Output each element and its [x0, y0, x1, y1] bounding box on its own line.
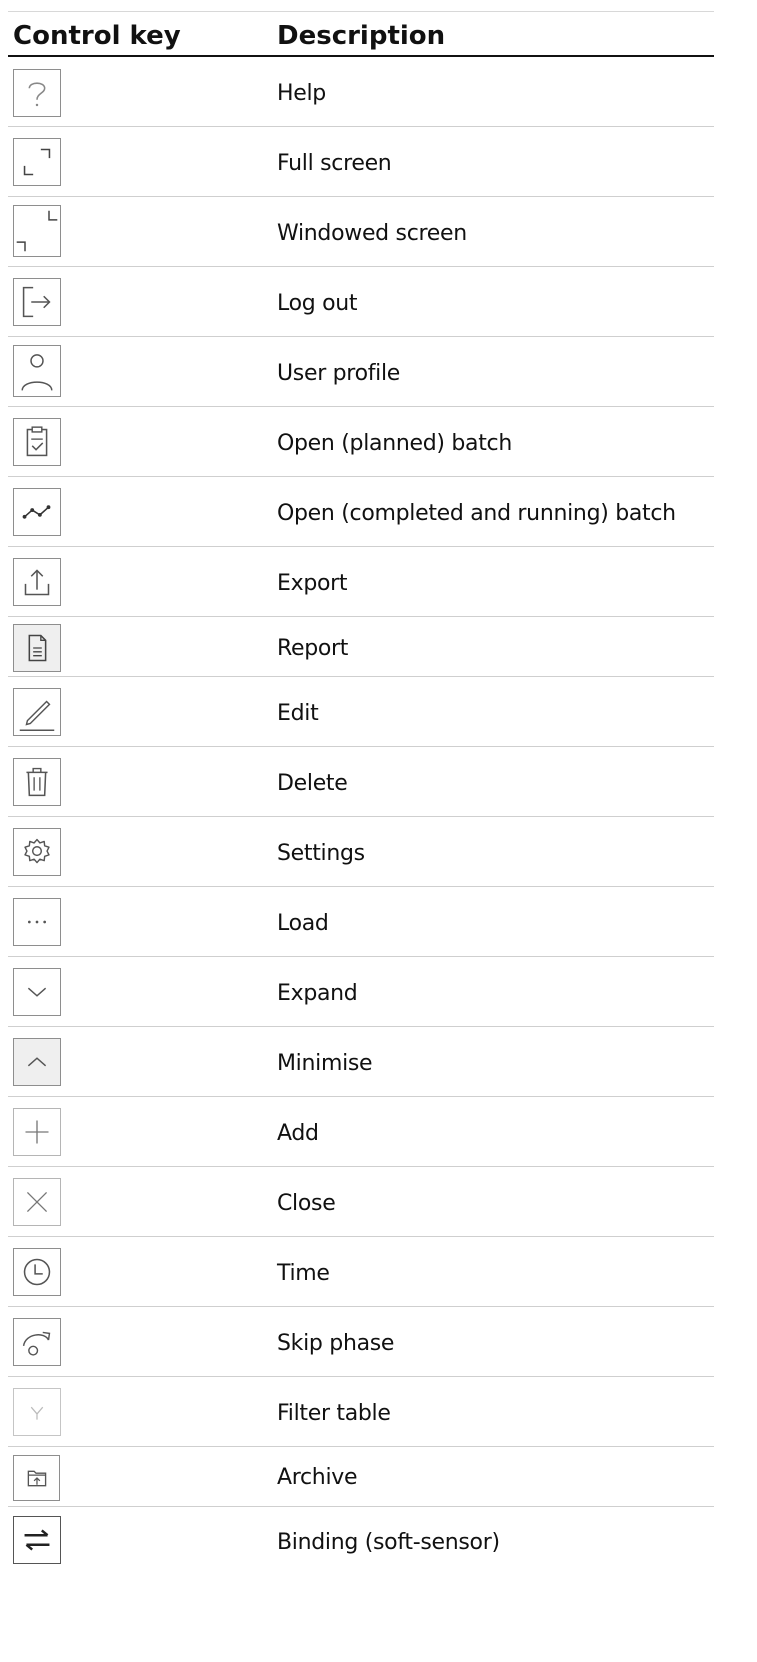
row-description: Export — [277, 571, 348, 596]
load-icon — [27, 920, 47, 924]
row-description: Load — [277, 911, 329, 936]
table-row: Archive — [8, 1447, 714, 1507]
archive-icon — [27, 1470, 47, 1487]
row-description: Help — [277, 81, 326, 106]
table-row: Edit — [8, 677, 714, 747]
settings-button[interactable] — [13, 828, 61, 876]
table-row: Close — [8, 1167, 714, 1237]
help-button[interactable] — [13, 69, 61, 117]
table-row: Time — [8, 1237, 714, 1307]
table-row: Delete — [8, 747, 714, 817]
table-row: Windowed screen — [8, 197, 714, 267]
row-description: Close — [277, 1191, 336, 1216]
row-description: Filter table — [277, 1401, 391, 1426]
skip-phase-icon — [22, 1331, 51, 1356]
row-description: Delete — [277, 771, 348, 796]
export-button[interactable] — [13, 558, 61, 606]
time-icon — [23, 1258, 51, 1286]
help-icon — [28, 82, 46, 107]
row-description: Log out — [277, 291, 358, 316]
table-row: Settings — [8, 817, 714, 887]
row-description: Windowed screen — [277, 221, 467, 246]
table-row: Open (completed and running) batch — [8, 477, 714, 547]
full-screen-icon — [23, 148, 51, 176]
log-out-button[interactable] — [13, 278, 61, 326]
close-button[interactable] — [13, 1178, 61, 1226]
trend-line-icon — [22, 505, 51, 519]
header-control-key: Control key — [13, 21, 181, 51]
edit-button[interactable] — [13, 688, 61, 736]
archive-button[interactable] — [13, 1455, 60, 1501]
table-row: User profile — [8, 337, 714, 407]
row-description: User profile — [277, 361, 401, 386]
filter-table-button[interactable] — [13, 1388, 61, 1436]
table-row: Binding (soft-sensor) — [8, 1507, 714, 1575]
edit-icon — [19, 700, 55, 731]
table-row: Skip phase — [8, 1307, 714, 1377]
table-row: Full screen — [8, 127, 714, 197]
minimise-button[interactable] — [13, 1038, 61, 1086]
table-row: Log out — [8, 267, 714, 337]
table-row: Help — [8, 57, 714, 127]
filter-icon — [30, 1406, 44, 1420]
table-row: Load — [8, 887, 714, 957]
user-profile-button[interactable] — [13, 345, 61, 397]
settings-icon — [24, 838, 50, 864]
expand-button[interactable] — [13, 968, 61, 1016]
table-row: Filter table — [8, 1377, 714, 1447]
binding-icon — [24, 1529, 50, 1551]
row-description: Time — [277, 1261, 330, 1286]
export-icon — [24, 569, 50, 596]
full-screen-button[interactable] — [13, 138, 61, 186]
open-completed-batch-button[interactable] — [13, 488, 61, 536]
user-profile-icon — [21, 354, 53, 391]
add-icon — [25, 1120, 49, 1144]
row-description: Minimise — [277, 1051, 373, 1076]
row-description: Edit — [277, 701, 319, 726]
row-description: Open (completed and running) batch — [277, 501, 676, 526]
report-button[interactable] — [13, 624, 61, 672]
row-description: Open (planned) batch — [277, 431, 512, 456]
row-description: Binding (soft-sensor) — [277, 1530, 500, 1555]
row-description: Settings — [277, 841, 365, 866]
report-icon — [28, 634, 47, 662]
windowed-screen-icon — [16, 210, 58, 252]
row-description: Archive — [277, 1465, 358, 1490]
close-icon — [26, 1191, 48, 1213]
table-row: Minimise — [8, 1027, 714, 1097]
row-description: Report — [277, 636, 349, 661]
table-row: Expand — [8, 957, 714, 1027]
row-description: Skip phase — [277, 1331, 395, 1356]
table-row: Add — [8, 1097, 714, 1167]
row-description: Expand — [277, 981, 358, 1006]
delete-button[interactable] — [13, 758, 61, 806]
table-row: Report — [8, 617, 714, 677]
row-description: Full screen — [277, 151, 392, 176]
table-top-border — [8, 11, 714, 12]
expand-icon — [27, 987, 47, 997]
delete-icon — [26, 767, 48, 797]
skip-phase-button[interactable] — [13, 1318, 61, 1366]
open-planned-batch-button[interactable] — [13, 418, 61, 466]
row-description: Add — [277, 1121, 319, 1146]
binding-button[interactable] — [13, 1516, 61, 1564]
load-button[interactable] — [13, 898, 61, 946]
log-out-icon — [22, 286, 51, 318]
header-description: Description — [277, 21, 446, 51]
time-button[interactable] — [13, 1248, 61, 1296]
table-row: Open (planned) batch — [8, 407, 714, 477]
windowed-screen-button[interactable] — [13, 205, 61, 257]
clipboard-icon — [26, 426, 48, 457]
table-row: Export — [8, 547, 714, 617]
minimise-icon — [27, 1057, 47, 1067]
add-button[interactable] — [13, 1108, 61, 1156]
